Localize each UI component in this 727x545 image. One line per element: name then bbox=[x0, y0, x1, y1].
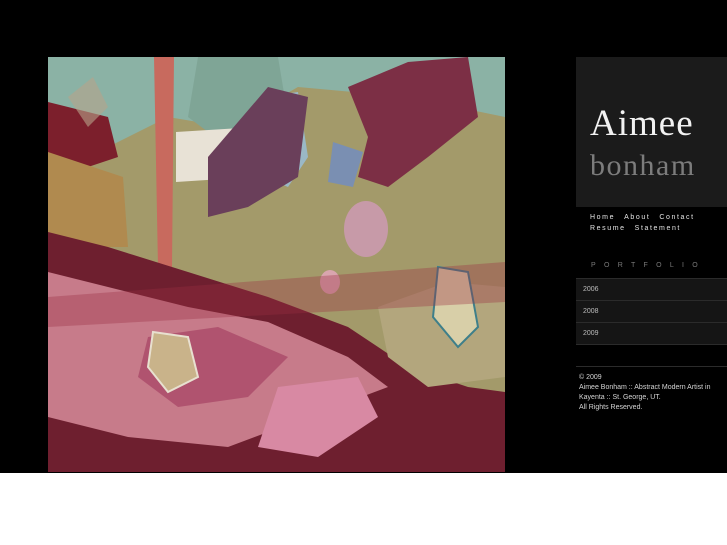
portfolio-year-list: 2006 2008 2009 bbox=[576, 278, 727, 345]
abstract-painting-image bbox=[48, 57, 505, 472]
nav-statement-link[interactable]: Statement bbox=[635, 223, 681, 234]
nav-home-link[interactable]: Home bbox=[590, 212, 615, 223]
portfolio-year-2008[interactable]: 2008 bbox=[576, 301, 727, 323]
nav-resume-link[interactable]: Resume bbox=[590, 223, 626, 234]
sidebar: Aimee bonham bbox=[576, 57, 727, 207]
main-nav: Home About Contact Resume Statement bbox=[590, 212, 722, 234]
portfolio-year-2009[interactable]: 2009 bbox=[576, 323, 727, 345]
rights-text: All Rights Reserved. bbox=[579, 404, 643, 411]
artist-name-panel[interactable]: Aimee bonham bbox=[576, 57, 727, 207]
site-footer: © 2009 Aimee Bonham :: Abstract Modern A… bbox=[576, 366, 727, 413]
artist-first-name: Aimee bbox=[590, 103, 694, 144]
portfolio-year-2006[interactable]: 2006 bbox=[576, 278, 727, 301]
portfolio-heading: PORTFOLIO bbox=[591, 262, 707, 269]
copyright-text: © 2009 bbox=[579, 374, 602, 381]
nav-about-link[interactable]: About bbox=[624, 212, 650, 223]
artist-last-name: bonham bbox=[590, 149, 696, 182]
nav-contact-link[interactable]: Contact bbox=[659, 212, 694, 223]
site-description: Aimee Bonham :: Abstract Modern Artist i… bbox=[579, 384, 711, 401]
featured-painting[interactable] bbox=[48, 57, 505, 472]
